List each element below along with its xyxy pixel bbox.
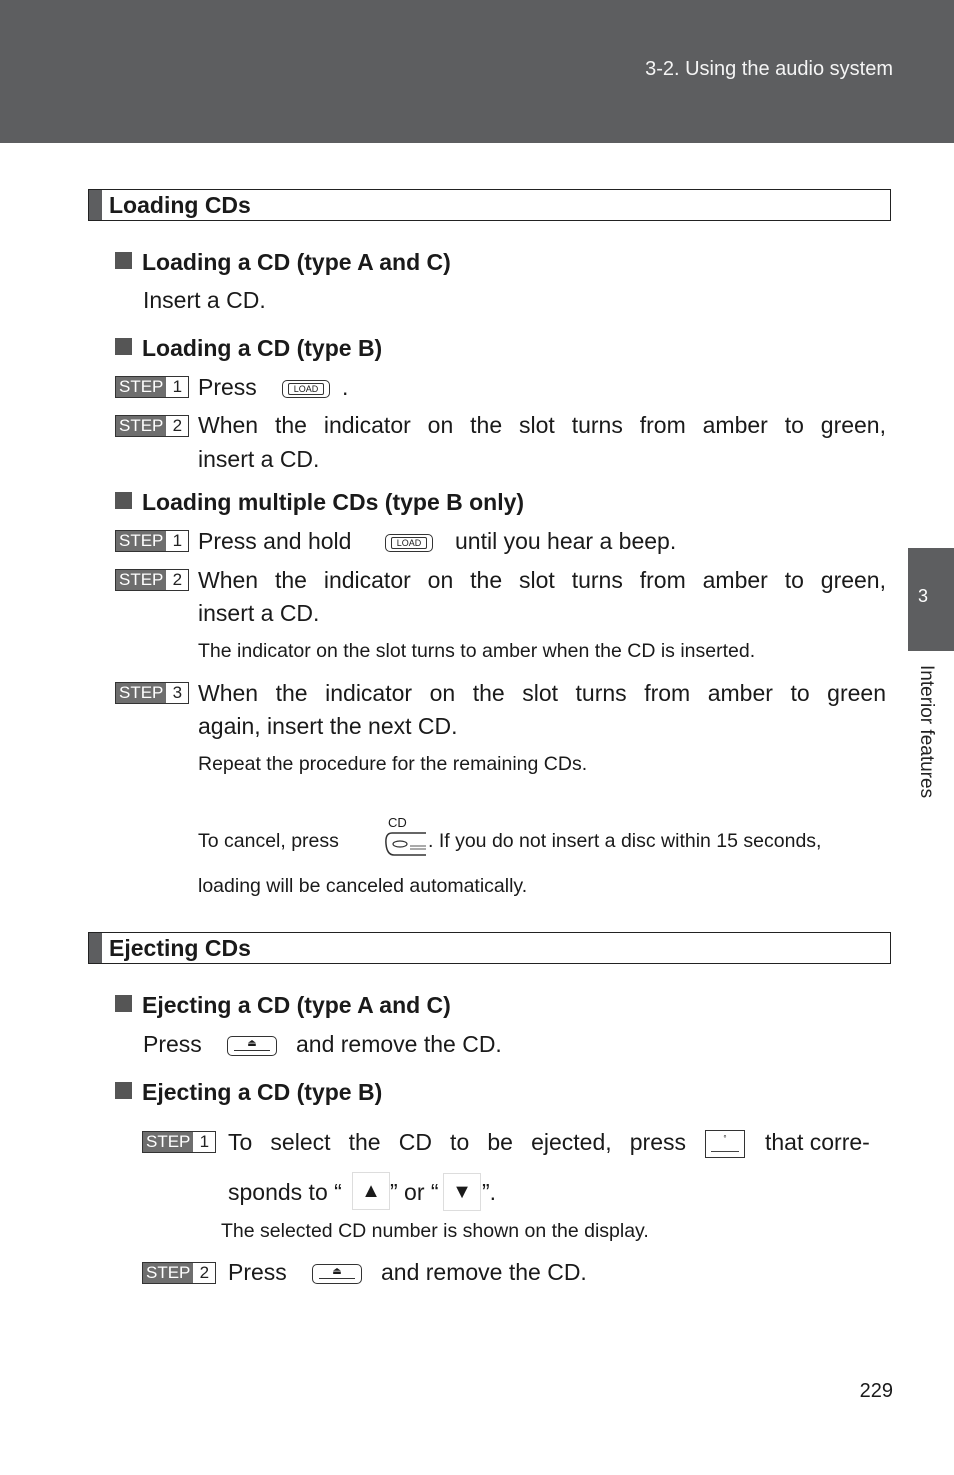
step-text: Press [228, 1259, 287, 1285]
chapter-tab: 3 [908, 548, 954, 651]
cd-button-icon [385, 832, 426, 856]
section-loading-cds: Loading CDs [88, 189, 891, 221]
up-arrow-icon: ▲ [352, 1172, 390, 1210]
step-text: Press and hold [198, 528, 352, 554]
step-badge: STEP 2 [115, 569, 190, 591]
step-text: When the indicator on the slot turns fro… [198, 567, 886, 593]
step-text: that corre- [765, 1129, 870, 1155]
step-note: The selected CD number is shown on the d… [221, 1220, 649, 1242]
step-text: ”. [482, 1179, 497, 1205]
step-badge: STEP 1 [115, 530, 190, 552]
page-header: 3-2. Using the audio system [0, 0, 954, 143]
section-ejecting-cds: Ejecting CDs [88, 932, 891, 964]
step-text: ” or “ [390, 1179, 439, 1205]
step-text-end: . [342, 374, 349, 400]
eject-button-icon: ⏏ [312, 1264, 362, 1284]
step-text: insert a CD. [198, 600, 320, 626]
step-badge: STEP 3 [115, 682, 190, 704]
cd-button-label: CD [388, 815, 407, 830]
square-bullet-icon [115, 1082, 132, 1099]
step-note: Repeat the procedure for the remaining C… [198, 753, 588, 775]
step-text: When the indicator on the slot turns fro… [198, 680, 886, 706]
instruction-text: Insert a CD. [143, 287, 266, 313]
section-accent [89, 190, 102, 220]
cancel-note: loading will be canceled automatically. [198, 875, 528, 897]
cancel-note: To cancel, press [198, 830, 339, 852]
step-text: Press [198, 374, 257, 400]
step-text: until you hear a beep. [455, 528, 677, 554]
step-badge: STEP 2 [142, 1262, 217, 1284]
cancel-note: . If you do not insert a disc within 15 … [428, 830, 822, 852]
load-button-icon: LOAD [385, 534, 433, 552]
step-note: The indicator on the slot turns to amber… [198, 640, 756, 662]
step-text: To select the CD to be ejected, press [228, 1129, 686, 1155]
chapter-number: 3 [917, 586, 928, 606]
step-text: insert a CD. [198, 446, 320, 472]
subheading-load-b: Loading a CD (type B) [115, 335, 382, 362]
square-bullet-icon [115, 252, 132, 269]
square-bullet-icon [115, 338, 132, 355]
subheading-eject-b: Ejecting a CD (type B) [115, 1079, 382, 1106]
step-text: sponds to “ [228, 1179, 342, 1205]
step-badge: STEP 2 [115, 415, 190, 437]
step-text: When the indicator on the slot turns fro… [198, 412, 886, 438]
subheading-load-multi: Loading multiple CDs (type B only) [115, 489, 524, 516]
section-breadcrumb: 3-2. Using the audio system [645, 58, 893, 80]
square-bullet-icon [115, 995, 132, 1012]
section-accent [89, 933, 102, 963]
instruction-text: and remove the CD. [296, 1031, 502, 1057]
page-number: 229 [859, 1380, 893, 1402]
section-title: Ejecting CDs [109, 935, 251, 961]
eject-button-icon: ⏏ [227, 1036, 277, 1056]
chapter-label: Interior features [916, 665, 937, 799]
instruction-text: Press [143, 1031, 202, 1057]
load-button-icon: LOAD [282, 380, 330, 398]
step-text: again, insert the next CD. [198, 713, 458, 739]
step-text: and remove the CD. [381, 1259, 587, 1285]
subheading-eject-ac: Ejecting a CD (type A and C) [115, 992, 451, 1019]
square-bullet-icon [115, 492, 132, 509]
down-arrow-icon: ▼ [443, 1173, 481, 1211]
section-title: Loading CDs [109, 192, 251, 218]
step-badge: STEP 1 [115, 376, 190, 398]
subheading-load-ac: Loading a CD (type A and C) [115, 249, 451, 276]
seek-button-icon: ° [705, 1130, 745, 1158]
step-badge: STEP 1 [142, 1131, 217, 1153]
